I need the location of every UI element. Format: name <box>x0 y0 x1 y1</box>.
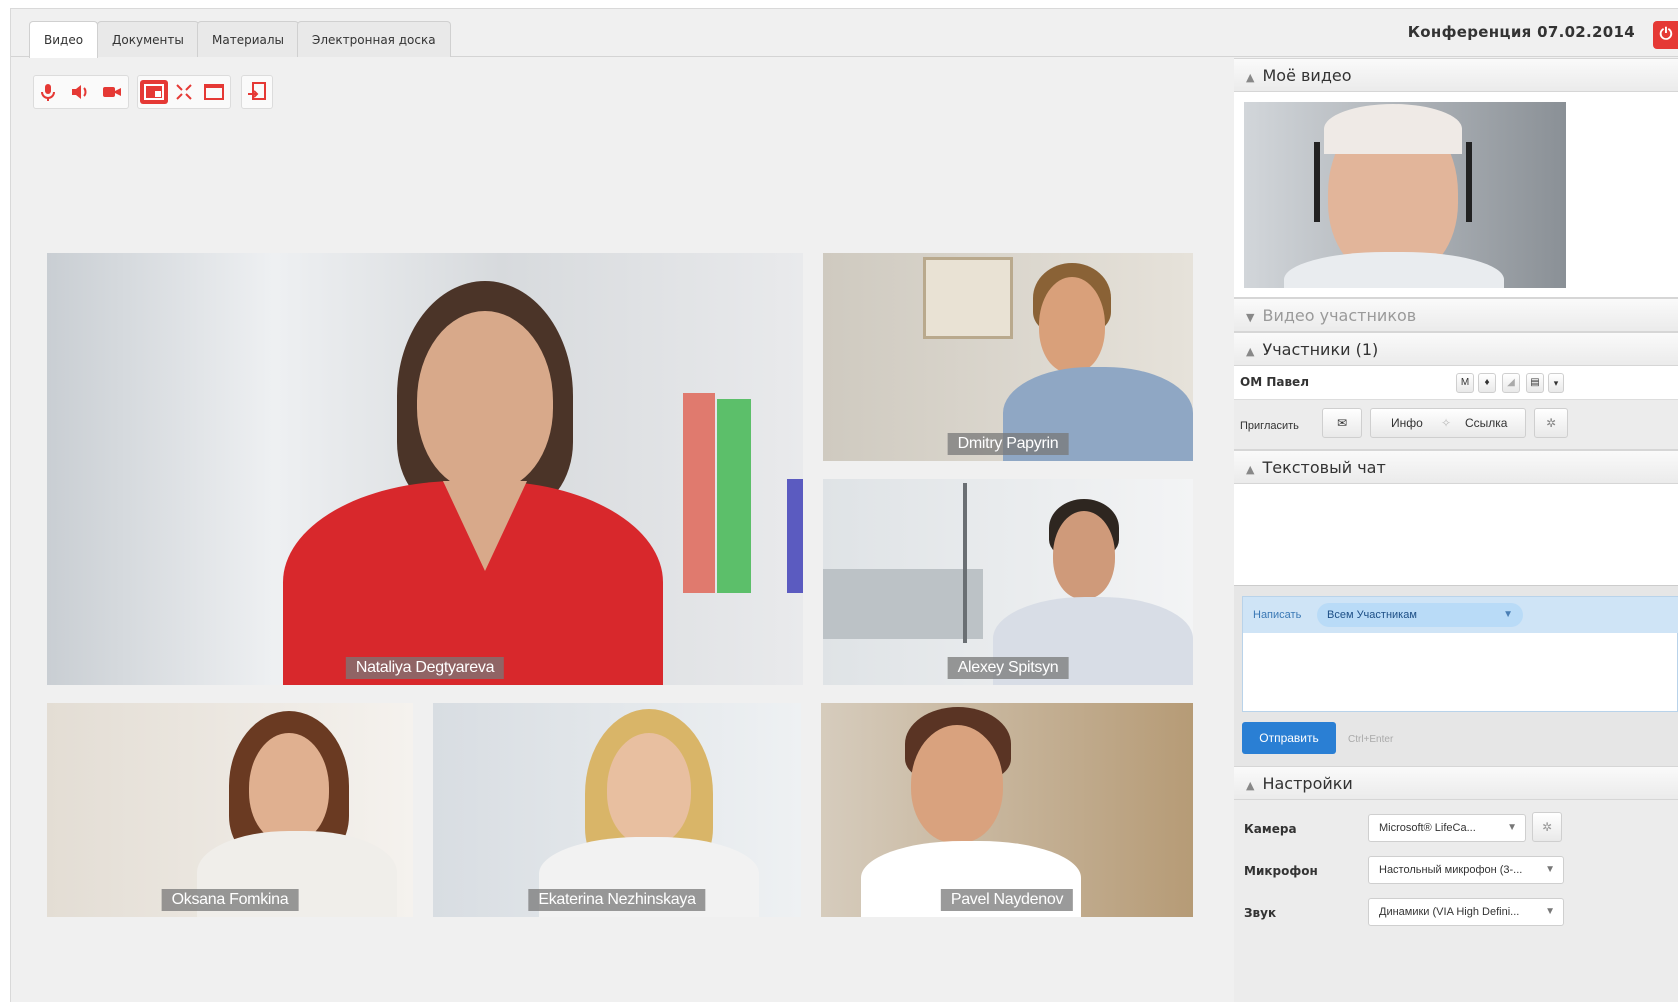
video-tile-1[interactable]: Dmitry Papyrin <box>823 253 1193 461</box>
participants-title: Участники (1) <box>1262 340 1379 359</box>
participant-avatar <box>283 281 663 685</box>
chevron-up-icon: ▲ <box>1246 779 1255 792</box>
sound-value: Динамики (VIA High Defini... <box>1379 906 1520 918</box>
moderator-icon[interactable]: M <box>1456 373 1474 393</box>
text-chat-title: Текстовый чат <box>1262 458 1386 477</box>
exit-icon[interactable] <box>245 80 269 104</box>
info-link-button[interactable]: Инфо ✧ Ссылка <box>1370 408 1526 438</box>
participant-name: Alexey Spitsyn <box>947 657 1069 679</box>
mic-icon[interactable]: ♦ <box>1478 373 1496 393</box>
fullscreen-icon[interactable] <box>172 80 196 104</box>
chevron-up-icon: ▲ <box>1246 463 1255 476</box>
participants-header[interactable]: ▲ Участники (1) <box>1234 332 1678 366</box>
camera-settings-gear-icon[interactable]: ✲ <box>1532 812 1562 842</box>
send-button[interactable]: Отправить <box>1242 722 1336 754</box>
invite-row: Пригласить ✉ Инфо ✧ Ссылка ✲ <box>1234 400 1678 450</box>
chat-recipient-bar: Написать Всем Участникам ▼ <box>1243 597 1678 633</box>
microphone-value: Настольный микрофон (3-... <box>1379 864 1523 876</box>
camera-select[interactable]: Microsoft® LifeCa... ▼ <box>1368 814 1526 842</box>
settings-title: Настройки <box>1262 774 1353 793</box>
email-icon[interactable]: ✉ <box>1322 408 1362 438</box>
video-tile-main[interactable]: Nataliya Degtyareva <box>47 253 803 685</box>
participant-avatar <box>861 707 1081 917</box>
view-controls-group <box>137 75 231 109</box>
microphone-select[interactable]: Настольный микрофон (3-... ▼ <box>1368 856 1564 884</box>
camera-icon[interactable] <box>100 80 124 104</box>
speaker-icon[interactable] <box>68 80 92 104</box>
video-tile-4[interactable]: Ekaterina Nezhinskaya <box>433 703 801 917</box>
chevron-up-icon: ▲ <box>1246 345 1255 358</box>
dropdown-icon[interactable]: ▾ <box>1548 373 1564 393</box>
participant-avatar <box>993 263 1193 461</box>
chat-compose-panel: Написать Всем Участникам ▼ Отправить Ctr… <box>1234 586 1678 766</box>
text-chat-header[interactable]: ▲ Текстовый чат <box>1234 450 1678 484</box>
sound-select[interactable]: Динамики (VIA High Defini... ▼ <box>1368 898 1564 926</box>
my-video-header[interactable]: ▲ Моё видео <box>1234 58 1678 92</box>
send-shortcut-hint: Ctrl+Enter <box>1348 734 1394 745</box>
chat-messages-area[interactable] <box>1234 484 1678 586</box>
screen-icon[interactable]: ▤ <box>1526 373 1544 393</box>
camera-value: Microsoft® LifeCa... <box>1379 822 1476 834</box>
exit-group <box>241 75 273 109</box>
participant-avatar <box>529 709 759 917</box>
participant-name: Nataliya Degtyareva <box>345 657 505 679</box>
participant-avatar <box>177 711 413 917</box>
power-icon[interactable]: ⏻ <box>1653 21 1678 49</box>
participants-video-header[interactable]: ▼ Видео участников <box>1234 298 1678 332</box>
sound-label: Звук <box>1244 906 1277 920</box>
microphone-icon[interactable] <box>36 80 60 104</box>
chevron-down-icon: ▼ <box>1507 822 1517 833</box>
write-label: Написать <box>1253 609 1302 621</box>
camera-label: Камера <box>1244 822 1297 836</box>
microphone-label: Микрофон <box>1244 864 1318 878</box>
chat-compose-box[interactable]: Написать Всем Участникам ▼ <box>1242 596 1678 712</box>
settings-panel: Камера Microsoft® LifeCa... ▼ ✲ Микрофон … <box>1234 800 1678 1002</box>
chevron-down-icon: ▼ <box>1545 906 1555 917</box>
invite-label: Пригласить <box>1240 420 1299 432</box>
my-video-preview[interactable] <box>1244 102 1566 288</box>
video-tile-2[interactable]: Alexey Spitsyn <box>823 479 1193 685</box>
info-button-label[interactable]: Инфо <box>1391 409 1423 437</box>
participant-name: Oksana Fomkina <box>161 889 299 911</box>
video-tile-5[interactable]: Pavel Naydenov <box>821 703 1193 917</box>
my-video-title: Моё видео <box>1262 66 1352 85</box>
tab-bar: Видео Документы Материалы Электронная до… <box>11 9 1678 58</box>
chevron-up-icon: ▲ <box>1246 71 1255 84</box>
layout-icon[interactable] <box>140 80 168 104</box>
link-button-label[interactable]: Ссылка <box>1465 409 1507 437</box>
video-tile-3[interactable]: Oksana Fomkina <box>47 703 413 917</box>
window-icon[interactable] <box>202 80 226 104</box>
settings-header[interactable]: ▲ Настройки <box>1234 766 1678 800</box>
invite-settings-gear-icon[interactable]: ✲ <box>1534 408 1568 438</box>
my-video-panel <box>1234 92 1678 298</box>
media-controls-group <box>33 75 129 109</box>
tab-materials[interactable]: Материалы <box>197 21 299 57</box>
tab-whiteboard[interactable]: Электронная доска <box>297 21 451 57</box>
tab-video[interactable]: Видео <box>29 21 99 58</box>
chevron-down-icon: ▼ <box>1503 609 1513 620</box>
recipient-select[interactable]: Всем Участникам ▼ <box>1317 603 1523 627</box>
chevron-down-icon: ▼ <box>1545 864 1555 875</box>
recipient-value: Всем Участникам <box>1327 609 1417 621</box>
participants-video-title: Видео участников <box>1262 306 1417 325</box>
separator-icon: ✧ <box>1441 416 1452 430</box>
tab-documents[interactable]: Документы <box>97 21 199 57</box>
participant-row[interactable]: ОМ Павел M ♦ ◢ ▤ ▾ <box>1234 366 1678 400</box>
participant-row-name: ОМ Павел <box>1240 375 1309 389</box>
participant-name: Pavel Naydenov <box>940 889 1074 911</box>
participant-name: Dmitry Papyrin <box>947 433 1069 455</box>
right-sidebar: ▲ Моё видео ▼ Видео участников ▲ Участники … <box>1234 58 1678 1002</box>
conference-title: Конференция 07.02.2014 <box>1407 23 1635 41</box>
chevron-down-icon: ▼ <box>1246 311 1255 324</box>
volume-icon[interactable]: ◢ <box>1502 373 1520 393</box>
participant-name: Ekaterina Nezhinskaya <box>528 889 706 911</box>
